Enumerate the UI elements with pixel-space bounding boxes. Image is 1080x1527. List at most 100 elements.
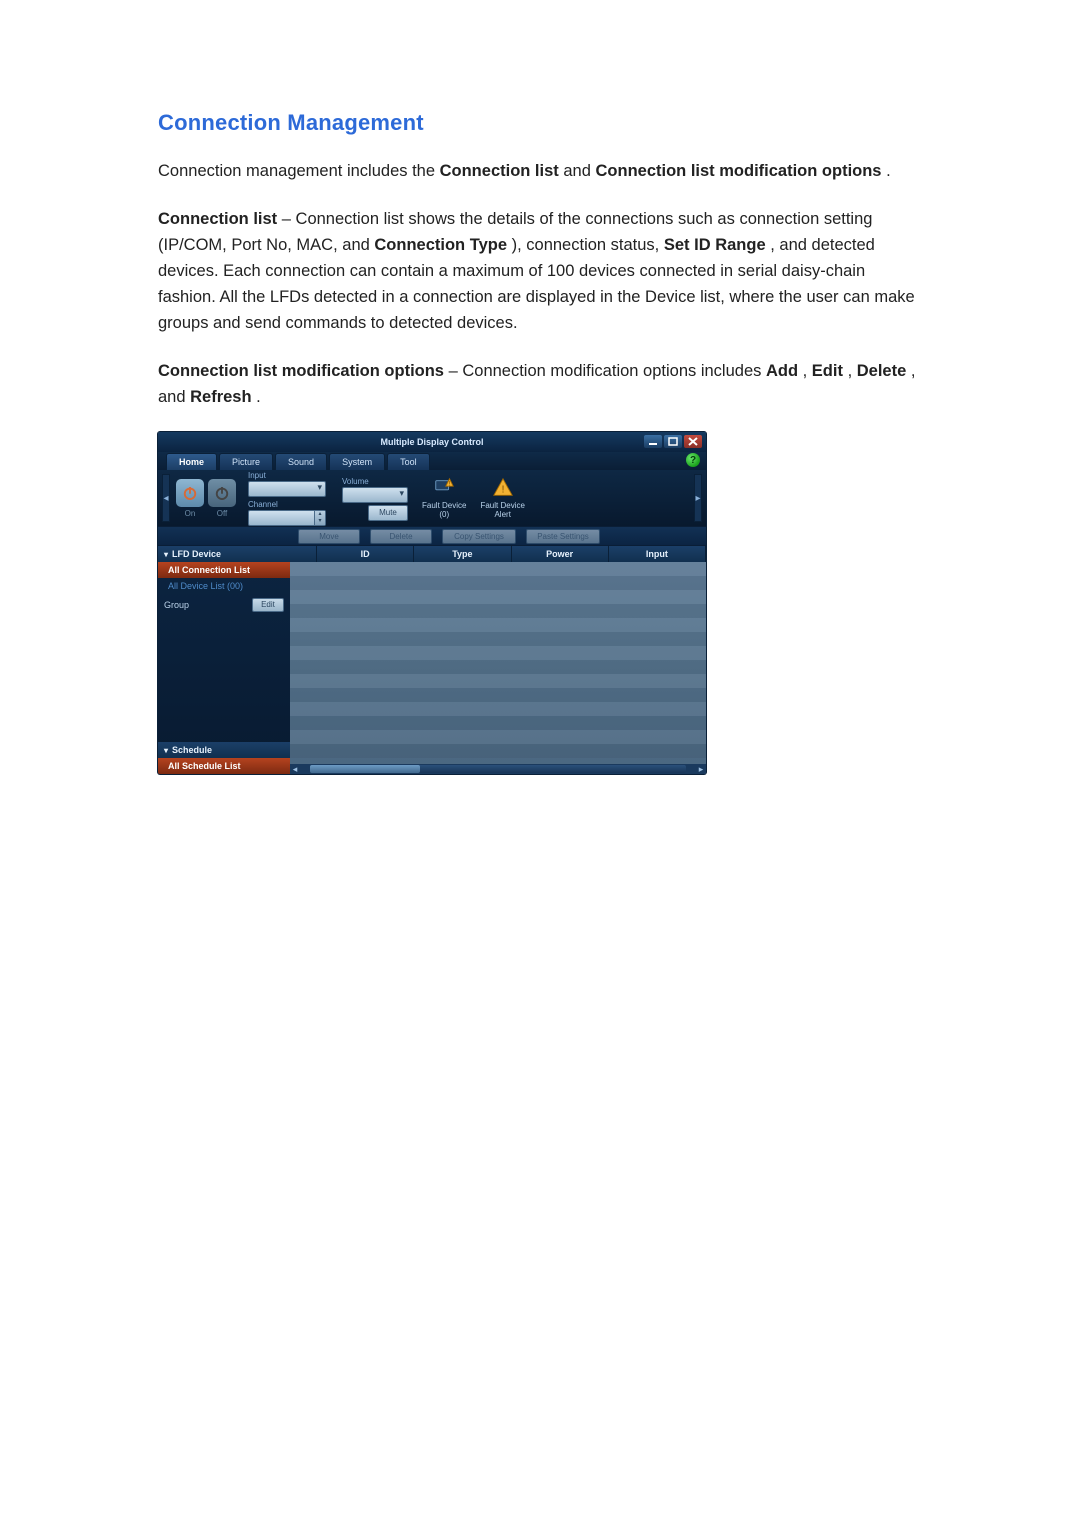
sidebar-item-all-device[interactable]: All Device List (00) (158, 578, 290, 594)
channel-stepper[interactable]: ▴▾ (248, 510, 326, 526)
text: Fault Device (480, 501, 524, 510)
minimize-button[interactable] (644, 435, 662, 448)
ribbon-scroll-right[interactable]: ▸ (694, 474, 702, 522)
content-area: ▾ LFD Device All Connection List All Dev… (158, 546, 706, 774)
power-on-button[interactable] (176, 479, 204, 507)
ribbon: ◂ On Off Input (158, 470, 706, 526)
monitor-warning-icon: ! (433, 477, 455, 499)
bold-text: Delete (857, 362, 907, 380)
mute-button[interactable]: Mute (368, 505, 408, 521)
table-row (290, 674, 706, 688)
grid-header-id[interactable]: ID (317, 546, 414, 562)
text: . (886, 162, 891, 180)
power-icon (213, 484, 231, 502)
table-row (290, 730, 706, 744)
text: – Connection modification options includ… (449, 362, 766, 380)
horizontal-scrollbar[interactable]: ◂ ▸ (290, 764, 706, 774)
grid-header-type[interactable]: Type (414, 546, 511, 562)
tab-picture[interactable]: Picture (219, 453, 273, 470)
text: (0) (439, 510, 449, 519)
grid-header: ID Type Power Input (290, 546, 706, 562)
text: Alert (494, 510, 510, 519)
table-row (290, 688, 706, 702)
grid-header-power[interactable]: Power (512, 546, 609, 562)
bold-text: Connection list modification options (158, 362, 444, 380)
text: , (848, 362, 857, 380)
power-off-label: Off (208, 509, 236, 518)
mdc-window: Multiple Display Control Home Picture So… (158, 432, 706, 774)
table-row (290, 660, 706, 674)
grid-header-blank[interactable] (290, 546, 317, 562)
table-row (290, 562, 706, 576)
scroll-right-arrow[interactable]: ▸ (696, 764, 706, 774)
text: , (803, 362, 812, 380)
power-on-label: On (176, 509, 204, 518)
input-label: Input (248, 471, 266, 480)
warning-icon: ! (492, 477, 514, 499)
fault-device-count[interactable]: ! Fault Device (0) (422, 477, 466, 519)
ribbon-scroll-left[interactable]: ◂ (162, 474, 170, 522)
table-row (290, 702, 706, 716)
channel-label: Channel (248, 500, 278, 509)
input-select[interactable] (248, 481, 326, 497)
table-row (290, 646, 706, 660)
scroll-left-arrow[interactable]: ◂ (290, 764, 300, 774)
bold-text: Connection list (440, 162, 559, 180)
delete-button[interactable]: Delete (370, 529, 432, 544)
table-row (290, 604, 706, 618)
connection-list-paragraph: Connection list – Connection list shows … (158, 206, 922, 336)
text: ), connection status, (512, 236, 664, 254)
scrollbar-thumb[interactable] (310, 765, 420, 773)
sidebar-item-all-connection[interactable]: All Connection List (158, 562, 290, 578)
grid-header-input[interactable]: Input (609, 546, 706, 562)
tab-sound[interactable]: Sound (275, 453, 327, 470)
group-label: Group (164, 600, 189, 610)
window-titlebar: Multiple Display Control (158, 432, 706, 452)
close-button[interactable] (684, 435, 702, 448)
paste-settings-button[interactable]: Paste Settings (526, 529, 600, 544)
table-row (290, 716, 706, 730)
maximize-button[interactable] (664, 435, 682, 448)
table-row (290, 632, 706, 646)
sidebar-item-all-schedule[interactable]: All Schedule List (158, 758, 290, 774)
sidebar: ▾ LFD Device All Connection List All Dev… (158, 546, 290, 774)
svg-text:!: ! (449, 480, 451, 487)
help-button[interactable]: ? (686, 453, 700, 467)
sidebar-section-schedule[interactable]: ▾ Schedule (158, 742, 290, 758)
bold-text: Connection list modification options (596, 162, 882, 180)
power-icon (181, 484, 199, 502)
modification-options-paragraph: Connection list modification options – C… (158, 358, 922, 410)
chevron-down-icon: ▾ (164, 550, 168, 559)
bold-text: Set ID Range (664, 236, 766, 254)
copy-settings-button[interactable]: Copy Settings (442, 529, 516, 544)
group-edit-button[interactable]: Edit (252, 598, 284, 612)
fault-device-alert[interactable]: ! Fault Device Alert (480, 477, 524, 519)
text: . (256, 388, 261, 406)
sidebar-section-lfd[interactable]: ▾ LFD Device (158, 546, 290, 562)
chevron-down-icon: ▾ (164, 746, 168, 755)
tab-bar: Home Picture Sound System Tool ? (158, 452, 706, 470)
tab-tool[interactable]: Tool (387, 453, 430, 470)
table-row (290, 618, 706, 632)
scrollbar-track[interactable] (310, 765, 686, 773)
bold-text: Connection Type (374, 236, 507, 254)
move-button[interactable]: Move (298, 529, 360, 544)
window-title: Multiple Display Control (158, 437, 706, 447)
grid-area: ID Type Power Input (290, 546, 706, 774)
grid-body (290, 562, 706, 758)
bold-text: Edit (812, 362, 843, 380)
tab-system[interactable]: System (329, 453, 385, 470)
volume-slider[interactable] (342, 487, 408, 503)
sidebar-group-row: Group Edit (158, 594, 290, 616)
text: Connection management includes the (158, 162, 440, 180)
bold-text: Connection list (158, 210, 277, 228)
action-bar: Move Delete Copy Settings Paste Settings (158, 526, 706, 546)
text: Schedule (172, 745, 212, 755)
power-off-button[interactable] (208, 479, 236, 507)
bold-text: Add (766, 362, 798, 380)
volume-label: Volume (342, 477, 369, 486)
tab-home[interactable]: Home (166, 453, 217, 470)
intro-paragraph: Connection management includes the Conne… (158, 158, 922, 184)
text: Fault Device (422, 501, 466, 510)
bold-text: Refresh (190, 388, 251, 406)
